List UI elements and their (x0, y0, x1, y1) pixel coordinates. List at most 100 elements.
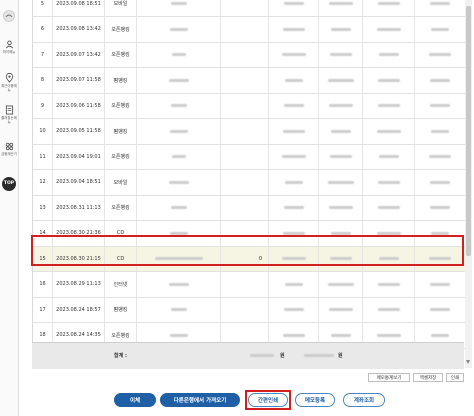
summary-unit: 원 (280, 353, 285, 359)
row-date: 2023.09.04 19:01 (53, 144, 105, 169)
row-date-text: 2023.08.24 18:57 (56, 306, 101, 313)
redacted-value (431, 129, 449, 133)
redacted-value (330, 333, 351, 337)
scroll-down-arrow-icon[interactable] (466, 360, 470, 364)
row-date-text: 2023.09.08 18:51 (56, 0, 101, 7)
scrollbar-thumb[interactable] (466, 6, 471, 256)
redacted-value (378, 53, 399, 57)
row-counterpart-redacted (319, 93, 363, 118)
summary-label: 합계 : (114, 353, 127, 359)
row-number: 12 (33, 170, 53, 195)
table-row[interactable]: 7 2023.09.07 13:42 오픈뱅킹 (33, 42, 465, 68)
table-row[interactable]: 12 2023.09.04 18:51 모바일 (33, 170, 465, 196)
row-description-redacted (137, 221, 221, 246)
bank-logo-icon (3, 10, 15, 22)
row-type: 펌뱅킹 (105, 119, 137, 144)
row-number: 13 (33, 195, 53, 220)
redacted-value (170, 206, 187, 210)
excel-save-button[interactable]: 엑셀저장 (413, 373, 443, 382)
row-number: 10 (33, 119, 53, 144)
row-description-redacted (137, 68, 221, 93)
table-row[interactable]: 8 2023.09.07 11:58 펌뱅킹 (33, 68, 465, 94)
memo-register-button[interactable]: 메모등록 (295, 393, 335, 407)
redacted-value (376, 231, 401, 235)
redacted-value (429, 257, 451, 261)
row-amount (221, 297, 269, 322)
simple-print-button[interactable]: 간편인쇄 (248, 393, 288, 407)
table-row[interactable]: 10 2023.09.05 11:58 펌뱅킹 (33, 119, 465, 145)
row-number: 17 (33, 297, 53, 322)
table-row[interactable]: 16 2023.08.29 11:13 인터넷 (33, 272, 465, 298)
table-row[interactable]: 6 2023.09.08 13:42 오픈뱅킹 (33, 17, 465, 43)
row-date: 2023.08.30 21:15 (53, 246, 105, 271)
row-number: 8 (33, 68, 53, 93)
sidebar-item-label: 마이메뉴 (2, 50, 16, 54)
row-branch-redacted (415, 196, 465, 221)
redacted-value (327, 78, 354, 82)
row-counterpart-redacted (319, 42, 363, 67)
row-number: 16 (33, 272, 53, 297)
row-counterpart-redacted (319, 297, 363, 322)
row-number-text: 11 (39, 153, 46, 160)
row-number-text: 14 (39, 230, 46, 237)
memo-stats-button[interactable]: 메모통계보기 (368, 373, 410, 382)
sidebar-item-my-menu[interactable]: 마이메뉴 (0, 40, 18, 54)
redacted-value (281, 257, 306, 261)
redacted-value (328, 2, 353, 6)
row-memo-redacted (363, 221, 415, 246)
row-counterpart-redacted (319, 221, 363, 246)
table-row[interactable]: 11 2023.09.04 19:01 오픈뱅킹 (33, 144, 465, 170)
redacted-value (430, 282, 450, 286)
table-row[interactable]: 13 2023.08.31 11:13 오픈뱅킹 (33, 195, 465, 221)
table-row[interactable]: 17 2023.08.24 18:57 펌뱅킹 (33, 297, 465, 323)
row-date: 2023.09.07 13:42 (53, 42, 105, 67)
row-amount (221, 93, 269, 118)
transfer-button[interactable]: 이체 (114, 393, 156, 407)
row-type: 오픈뱅킹 (105, 144, 137, 169)
redacted-value (431, 27, 449, 31)
sidebar-logo (0, 10, 18, 22)
import-other-bank-button[interactable]: 다른은행에서 가져오기 (160, 393, 240, 407)
row-branch-redacted (415, 17, 465, 42)
row-branch-redacted (415, 68, 465, 93)
table-scrollbar[interactable] (465, 0, 472, 368)
row-balance-redacted (269, 170, 319, 195)
row-counterpart-redacted (319, 144, 363, 169)
row-memo-redacted (363, 170, 415, 195)
redacted-value (284, 78, 303, 82)
row-type: 오픈뱅킹 (105, 42, 137, 67)
table-row[interactable]: 5 2023.09.08 18:51 모바일 (33, 0, 465, 17)
sidebar-item-favorite-menu[interactable]: 즐겨찾는메뉴 (0, 105, 18, 124)
sidebar-item-recent-menu[interactable]: 최근이용메뉴 (0, 73, 18, 92)
row-description-redacted (137, 170, 221, 195)
row-amount (221, 17, 269, 42)
row-type: 모바일 (105, 0, 137, 16)
row-number: 14 (33, 221, 53, 246)
row-counterpart-redacted (319, 246, 363, 271)
table-row[interactable]: 9 2023.09.06 11:58 오픈뱅킹 (33, 93, 465, 119)
row-balance-redacted (269, 144, 319, 169)
row-type: CD (105, 221, 137, 246)
sidebar-item-calculator[interactable]: 금융계산기 (0, 142, 18, 156)
row-memo-redacted (363, 68, 415, 93)
redacted-value (378, 257, 399, 261)
table-row[interactable]: 15 2023.08.30 21:15 CD 0 (33, 246, 465, 272)
print-button[interactable]: 인쇄 (446, 373, 464, 382)
location-pin-icon (5, 73, 13, 83)
row-amount (221, 119, 269, 144)
scroll-top-button[interactable]: TOP (2, 177, 16, 191)
row-counterpart-redacted (319, 195, 363, 220)
row-date-text: 2023.08.24 14:35 (56, 332, 101, 339)
quick-menu-sidebar: 마이메뉴 최근이용메뉴 즐겨찾는메뉴 금융계산기 TOP (0, 0, 19, 416)
redacted-value (328, 308, 353, 312)
redacted-value (171, 155, 186, 159)
redacted-value (282, 27, 305, 31)
row-memo-redacted (363, 0, 415, 16)
grid-icon (5, 142, 13, 151)
row-counterpart-redacted (319, 17, 363, 42)
row-type: 모바일 (105, 170, 137, 195)
redacted-value (377, 308, 400, 312)
redacted-value (430, 308, 450, 312)
table-row[interactable]: 14 2023.08.30 21:36 CD (33, 221, 465, 247)
account-inquiry-button[interactable]: 계좌조회 (343, 393, 385, 407)
